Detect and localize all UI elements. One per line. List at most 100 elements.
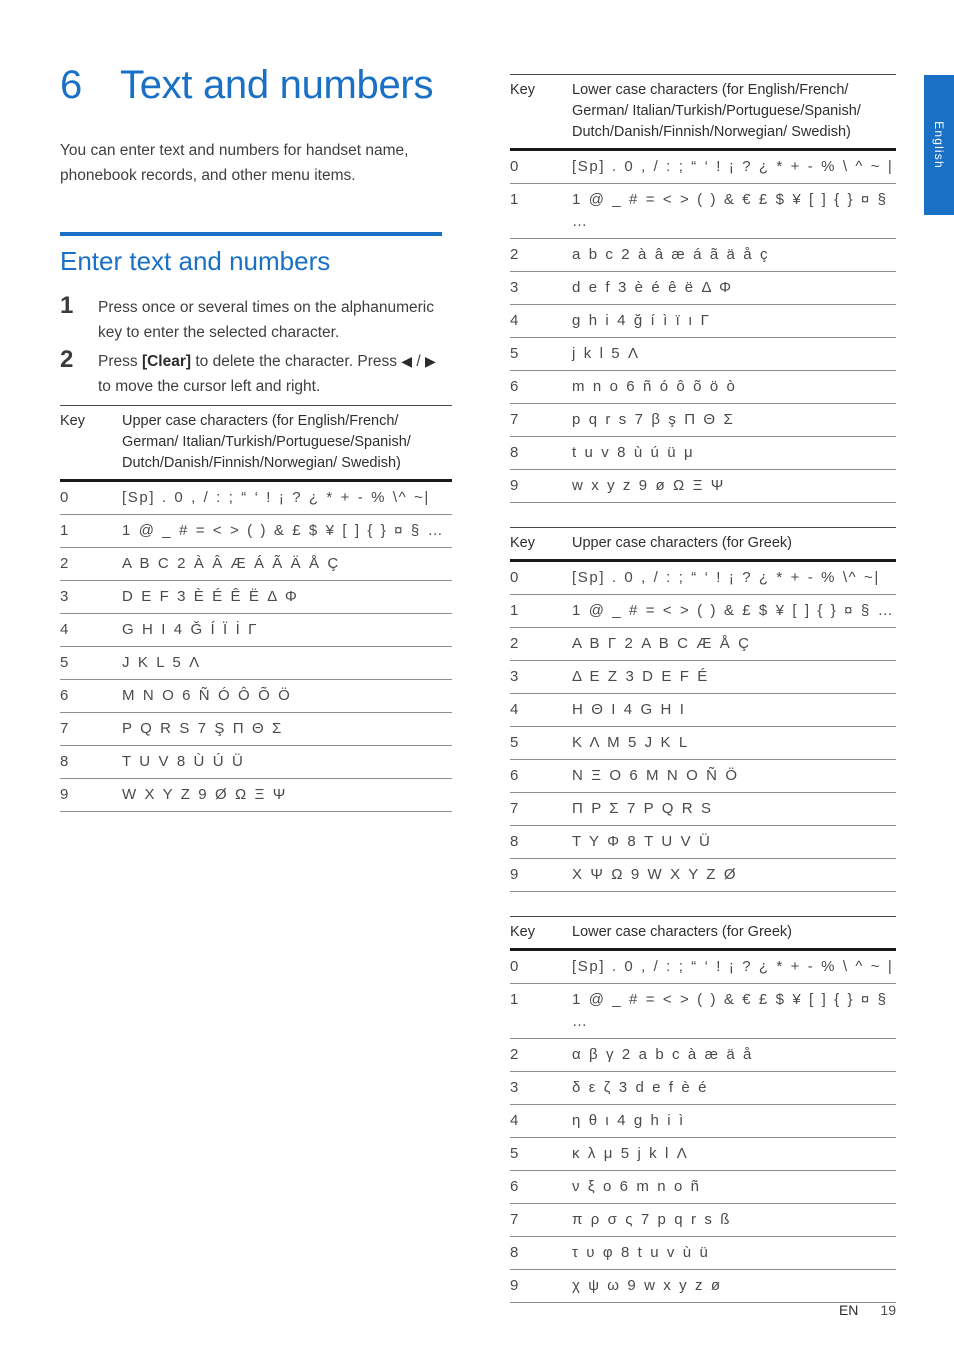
table-row: 4η θ ι 4 g h i ì xyxy=(510,1104,896,1138)
cell-key: 8 xyxy=(510,825,572,859)
cell-key: 5 xyxy=(510,1137,572,1171)
cell-characters: 1 @ _ # = < > ( ) & € £ $ ¥ [ ] { } ¤ § … xyxy=(572,183,896,239)
cell-characters: Κ Λ Μ 5 J K L xyxy=(572,726,896,760)
cell-key: 6 xyxy=(60,679,122,713)
left-column: 6 Text and numbers You can enter text an… xyxy=(60,62,452,838)
cell-characters: τ υ φ 8 t u v ù ü xyxy=(572,1236,896,1270)
arrow-separator: / xyxy=(412,353,425,370)
cell-key: 0 xyxy=(510,560,572,595)
table-row: 8T U V 8 Ù Ú Ü xyxy=(60,745,452,779)
cell-characters: η θ ι 4 g h i ì xyxy=(572,1104,896,1138)
cell-characters: m n o 6 ñ ó ô õ ö ò xyxy=(572,370,896,404)
cell-key: 9 xyxy=(60,778,122,812)
cell-characters: [Sp] . 0 , / : ; “ ‘ ! ¡ ? ¿ * + - % \ ^… xyxy=(572,149,896,184)
cell-key: 7 xyxy=(60,712,122,746)
table-row: 0 [Sp] . 0 , / : ; “ ‘ ! ¡ ? ¿ * + - % \^… xyxy=(510,560,896,595)
col-header-characters: Upper case characters (for English/Frenc… xyxy=(122,405,452,482)
cell-characters: W X Y Z 9 Ø Ω Ξ Ψ xyxy=(122,778,452,812)
table-header-row: Key Upper case characters (for English/F… xyxy=(60,405,452,482)
cell-key: 1 xyxy=(510,983,572,1039)
cell-key: 1 xyxy=(510,183,572,239)
step-item: 1 Press once or several times on the alp… xyxy=(60,293,452,345)
chapter-title: Text and numbers xyxy=(120,63,434,107)
cell-characters: D E F 3 È É Ê Ë Δ Φ xyxy=(122,580,452,614)
table-row: 8Τ Υ Φ 8 T U V Ü xyxy=(510,825,896,859)
footer-language-code: EN xyxy=(838,1302,859,1318)
step2-line2-before: Press xyxy=(357,353,402,370)
table-row: 6ν ξ ο 6 m n o ñ xyxy=(510,1170,896,1204)
step-number: 1 xyxy=(60,292,74,319)
cell-characters: A B C 2 À Â Æ Á Ã Ä Å Ç xyxy=(122,547,452,581)
cell-characters: 1 @ _ # = < > ( ) & £ $ ¥ [ ] { } ¤ § … xyxy=(572,594,896,628)
cell-key: 9 xyxy=(510,1269,572,1303)
character-table-upper-greek: Key Upper case characters (for Greek) 0[… xyxy=(510,527,896,892)
cell-characters: ν ξ ο 6 m n o ñ xyxy=(572,1170,896,1204)
table-row: 2A B C 2 À Â Æ Á Ã Ä Å Ç xyxy=(60,547,452,581)
cell-characters: [Sp] . 0 , / : ; “ ‘ ! ¡ ? ¿ * + - % \ ^… xyxy=(572,949,896,984)
right-arrow-icon: ▶ xyxy=(425,353,436,369)
step2-line2-after: to move the cursor left and right. xyxy=(98,378,321,395)
cell-key: 5 xyxy=(60,646,122,680)
cell-key: 6 xyxy=(510,759,572,793)
cell-characters: w x y z 9 ø Ω Ξ Ψ xyxy=(572,469,896,503)
table-row: 0 [Sp] . 0 , / : ; “ ‘ ! ¡ ? ¿ * + - % \ … xyxy=(510,949,896,984)
table-row: 6m n o 6 ñ ó ô õ ö ò xyxy=(510,370,896,404)
step-number: 2 xyxy=(60,346,74,373)
cell-characters: p q r s 7 β ş Π Θ Σ xyxy=(572,403,896,437)
cell-key: 1 xyxy=(510,594,572,628)
table-row: 2α β γ 2 a b c à æ ä å xyxy=(510,1038,896,1072)
intro-paragraph: You can enter text and numbers for hands… xyxy=(60,142,409,184)
table-row: 6Ν Ξ Ο 6 M N O Ñ Ö xyxy=(510,759,896,793)
cell-characters: Δ Ε Ζ 3 D E F É xyxy=(572,660,896,694)
table-row: 3δ ε ζ 3 d e f è é xyxy=(510,1071,896,1105)
cell-characters: α β γ 2 a b c à æ ä å xyxy=(572,1038,896,1072)
cell-key: 0 xyxy=(60,480,122,515)
cell-key: 1 xyxy=(60,514,122,548)
table-row: 7p q r s 7 β ş Π Θ Σ xyxy=(510,403,896,437)
cell-key: 4 xyxy=(510,1104,572,1138)
cell-characters: G H I 4 Ğ Í Ï İ Γ xyxy=(122,613,452,647)
chapter-number: 6 xyxy=(60,63,82,107)
right-column: Key Lower case characters (for English/F… xyxy=(510,74,896,1327)
cell-key: 7 xyxy=(510,1203,572,1237)
cell-key: 6 xyxy=(510,370,572,404)
character-table-upper-latin: Key Upper case characters (for English/F… xyxy=(60,405,452,812)
table-row: 5Κ Λ Μ 5 J K L xyxy=(510,726,896,760)
cell-key: 3 xyxy=(510,1071,572,1105)
clear-key-label: [Clear] xyxy=(141,353,192,370)
cell-characters: χ ψ ω 9 w x y z ø xyxy=(572,1269,896,1303)
table-row: 11 @ _ # = < > ( ) & £ $ ¥ [ ] { } ¤ § … xyxy=(60,514,452,548)
cell-key: 4 xyxy=(60,613,122,647)
cell-characters: t u v 8 ù ú ü μ xyxy=(572,436,896,470)
cell-characters: Χ Ψ Ω 9 W X Y Z Ø xyxy=(572,858,896,892)
cell-key: 8 xyxy=(510,436,572,470)
col-header-key: Key xyxy=(510,916,572,951)
col-header-characters: Lower case characters (for Greek) xyxy=(572,916,896,951)
cell-characters: Τ Υ Φ 8 T U V Ü xyxy=(572,825,896,859)
cell-key: 2 xyxy=(60,547,122,581)
character-table-lower-greek: Key Lower case characters (for Greek) 0[… xyxy=(510,916,896,1303)
step-item: 2 Press [Clear] to delete the character.… xyxy=(60,347,452,399)
col-header-characters: Upper case characters (for Greek) xyxy=(572,527,896,562)
page-footer: EN 19 xyxy=(839,1302,896,1318)
cell-key: 7 xyxy=(510,792,572,826)
table-row: 2Α Β Γ 2 A B C Æ Å Ç xyxy=(510,627,896,661)
col-header-key: Key xyxy=(510,74,572,151)
cell-characters: Ν Ξ Ο 6 M N O Ñ Ö xyxy=(572,759,896,793)
cell-characters: a b c 2 à â æ á ã ä å ç xyxy=(572,238,896,272)
col-header-key: Key xyxy=(60,405,122,482)
cell-key: 4 xyxy=(510,693,572,727)
table-row: 9Χ Ψ Ω 9 W X Y Z Ø xyxy=(510,858,896,892)
table-row: 4G H I 4 Ğ Í Ï İ Γ xyxy=(60,613,452,647)
table-row: 6M N O 6 Ñ Ó Ô Õ Ö xyxy=(60,679,452,713)
cell-key: 2 xyxy=(510,1038,572,1072)
cell-characters: 1 @ _ # = < > ( ) & £ $ ¥ [ ] { } ¤ § … xyxy=(122,514,452,548)
table-row: 8t u v 8 ù ú ü μ xyxy=(510,436,896,470)
cell-characters: g h i 4 ğ í ì ï ı Γ xyxy=(572,304,896,338)
cell-key: 0 xyxy=(510,949,572,984)
cell-characters: 1 @ _ # = < > ( ) & € £ $ ¥ [ ] { } ¤ § … xyxy=(572,983,896,1039)
table-row: 0 [Sp] . 0 , / : ; “ ‘ ! ¡ ? ¿ * + - % \^… xyxy=(60,480,452,515)
table-row: 11 @ _ # = < > ( ) & € £ $ ¥ [ ] { } ¤ §… xyxy=(510,983,896,1039)
table-header-row: Key Upper case characters (for Greek) xyxy=(510,527,896,562)
table-row: 3d e f 3 è é ê ë Δ Φ xyxy=(510,271,896,305)
